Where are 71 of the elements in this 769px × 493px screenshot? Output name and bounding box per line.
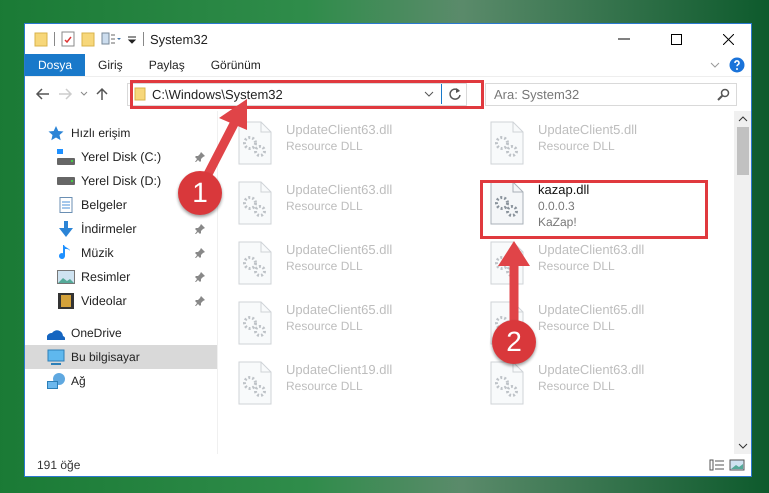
picture-icon	[57, 269, 75, 285]
large-icons-view-icon[interactable]	[729, 459, 745, 471]
drive-icon	[57, 177, 75, 185]
dll-file-icon	[238, 121, 272, 165]
dll-file-icon	[490, 121, 524, 165]
sidebar-item[interactable]: Yerel Disk (C:)	[25, 145, 217, 169]
search-icon	[716, 88, 730, 102]
folder-icon	[134, 87, 146, 101]
pin-icon[interactable]	[195, 152, 205, 162]
star-icon	[47, 125, 65, 141]
dll-file-icon	[238, 361, 272, 405]
file-detail: Resource DLL	[286, 318, 363, 334]
file-name[interactable]: kazap.dll	[538, 182, 590, 198]
address-field[interactable]: C:\Windows\System32	[127, 82, 467, 106]
close-icon[interactable]	[722, 34, 734, 44]
document-icon	[57, 197, 75, 213]
sidebar-item[interactable]: Ağ	[25, 369, 98, 393]
drive-icon	[57, 149, 75, 165]
help-icon[interactable]	[729, 57, 745, 73]
sidebar-item[interactable]: Belgeler	[25, 193, 145, 217]
dll-file-icon	[238, 301, 272, 345]
sidebar-item[interactable]: OneDrive	[25, 321, 134, 345]
pin-icon[interactable]	[195, 272, 205, 282]
scrollbar[interactable]	[734, 111, 751, 454]
scroll-down-icon[interactable]	[738, 442, 748, 450]
view-options-icon[interactable]	[101, 31, 121, 47]
film-icon	[57, 293, 75, 309]
pin-icon[interactable]	[195, 224, 205, 234]
ribbon-tab[interactable]: Paylaş	[136, 54, 198, 76]
sidebar-item[interactable]: Resimler	[25, 265, 217, 289]
sidebar-item[interactable]: İndirmeler	[25, 217, 217, 241]
file-detail: Resource DLL	[538, 318, 615, 334]
file-detail: Resource DLL	[538, 258, 615, 274]
file-detail: Resource DLL	[286, 198, 363, 214]
pin-icon[interactable]	[195, 296, 205, 306]
file-detail: Resource DLL	[538, 378, 615, 394]
file-detail: 0.0.0.3	[538, 198, 575, 214]
sidebar-item[interactable]: Yerel Disk (D:)	[25, 169, 180, 193]
dll-file-icon	[490, 181, 524, 225]
sidebar-item[interactable]: Videolar	[25, 289, 217, 313]
properties-icon[interactable]	[61, 31, 75, 47]
file-detail: KaZap!	[538, 214, 577, 230]
file-detail: Resource DLL	[286, 378, 363, 394]
ribbon-tab[interactable]: Dosya	[25, 54, 86, 76]
network-icon	[47, 373, 65, 389]
ribbon-tab[interactable]: Giriş	[85, 54, 136, 76]
dll-file-icon	[238, 181, 272, 225]
sidebar-item[interactable]: Müzik	[25, 241, 217, 265]
dll-file-icon	[238, 241, 272, 285]
ribbon-tab[interactable]: Görünüm	[198, 54, 274, 76]
dll-file-icon	[490, 361, 524, 405]
details-view-icon[interactable]	[709, 459, 725, 471]
search-field[interactable]: Ara: System32	[485, 82, 737, 106]
file-detail: Resource DLL	[286, 258, 363, 274]
item-count: 191 öğe	[37, 458, 80, 472]
up-arrow-icon[interactable]	[95, 87, 109, 101]
pin-icon[interactable]	[195, 248, 205, 258]
file-detail: Resource DLL	[538, 138, 615, 154]
file-detail: Resource DLL	[286, 138, 363, 154]
folder-icon	[34, 31, 48, 47]
monitor-icon	[47, 349, 65, 365]
down-arrow-icon	[57, 221, 75, 237]
back-arrow-icon[interactable]	[35, 87, 51, 101]
scrollbar-thumb[interactable]	[736, 127, 748, 175]
scroll-up-icon[interactable]	[738, 115, 748, 123]
window-title: System32	[150, 32, 208, 46]
sidebar-item[interactable]: Bu bilgisayar	[25, 345, 217, 369]
refresh-icon[interactable]	[448, 87, 462, 101]
sidebar-item[interactable]: Hızlı erişim	[25, 121, 142, 145]
maximize-icon[interactable]	[670, 34, 682, 44]
minimize-icon[interactable]	[618, 38, 630, 40]
